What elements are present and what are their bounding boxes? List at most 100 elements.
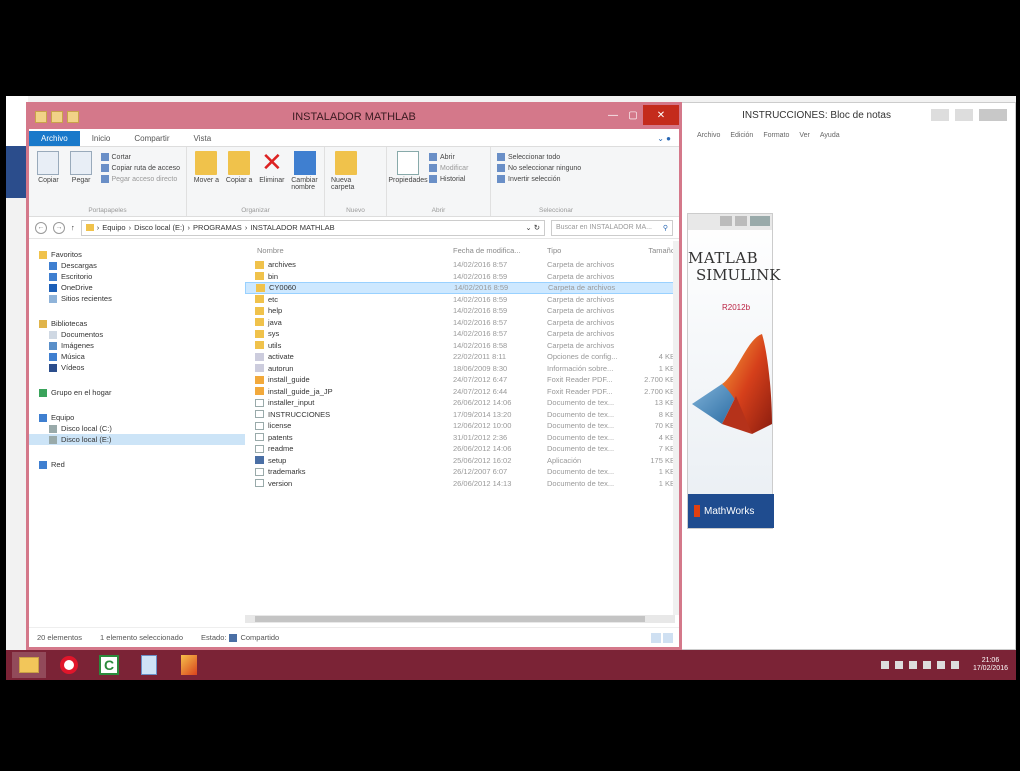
file-row[interactable]: install_guide_ja_JP 24/07/2012 6:44 Foxit …	[245, 386, 679, 398]
taskbar-opera-button[interactable]	[52, 652, 86, 678]
file-row[interactable]: INSTRUCCIONES 17/09/2014 13:20 Documento d…	[245, 409, 679, 421]
cut-button[interactable]: Cortar	[100, 153, 180, 161]
nav-network[interactable]: Red	[29, 459, 245, 470]
maximize-icon[interactable]	[955, 109, 973, 121]
notepad-window[interactable]: INSTRUCCIONES: Bloc de notas Archivo Edi…	[676, 102, 1016, 650]
breadcrumb-programs[interactable]: PROGRAMAS	[193, 223, 242, 232]
tab-view[interactable]: Vista	[182, 131, 224, 146]
nav-music[interactable]: Música	[29, 351, 245, 362]
flag-icon[interactable]	[908, 661, 917, 669]
breadcrumb-computer[interactable]: Equipo	[102, 223, 125, 232]
horizontal-scrollbar[interactable]	[245, 615, 675, 623]
file-row[interactable]: utils 14/02/2016 8:58 Carpeta de archivos	[245, 340, 679, 352]
minimize-icon[interactable]: —	[603, 105, 623, 125]
details-view-icon[interactable]	[651, 632, 661, 643]
file-row[interactable]: java 14/02/2016 8:57 Carpeta de archivos	[245, 317, 679, 329]
paste-button[interactable]: Pegar	[68, 151, 95, 184]
language-icon[interactable]	[950, 661, 959, 669]
close-icon[interactable]	[750, 216, 770, 226]
up-icon[interactable]: ↑	[71, 223, 75, 232]
column-date[interactable]: Fecha de modifica...	[453, 246, 547, 255]
file-row[interactable]: readme 26/06/2012 14:06 Documento de tex..…	[245, 443, 679, 455]
clock[interactable]: 21:06 17/02/2016	[973, 657, 1008, 674]
back-icon[interactable]: ←	[35, 221, 47, 234]
menu-format[interactable]: Formato	[763, 132, 789, 139]
file-row[interactable]: trademarks 26/12/2007 6:07 Documento de te…	[245, 466, 679, 478]
file-row[interactable]: autorun 18/06/2009 8:30 Información sobre.…	[245, 363, 679, 375]
nav-disk-c[interactable]: Disco local (C:)	[29, 423, 245, 434]
paste-shortcut-button[interactable]: Pegar acceso directo	[100, 175, 180, 183]
explorer-window[interactable]: INSTALADOR MATHLAB — ▢ ✕ Archivo Inicio …	[26, 102, 682, 650]
tab-share[interactable]: Compartir	[122, 131, 181, 146]
file-row[interactable]: help 14/02/2016 8:59 Carpeta de archivos	[245, 305, 679, 317]
nav-homegroup[interactable]: Grupo en el hogar	[29, 387, 245, 398]
taskbar-explorer-button[interactable]	[12, 652, 46, 678]
nav-downloads[interactable]: Descargas	[29, 260, 245, 271]
column-type[interactable]: Tipo	[547, 246, 635, 255]
nav-computer[interactable]: Equipo	[29, 412, 245, 423]
maximize-icon[interactable]	[735, 216, 747, 226]
edit-button[interactable]: Modificar	[429, 164, 468, 172]
properties-button[interactable]: Propiedades	[388, 151, 428, 184]
address-bar[interactable]: › Equipo › Disco local (E:) › PROGRAMAS …	[80, 219, 545, 236]
file-row[interactable]: activate 22/02/2011 8:11 Opciones de confi…	[245, 351, 679, 363]
move-to-button[interactable]: Mover a	[193, 151, 220, 184]
delete-button[interactable]: ✕ Eliminar	[259, 149, 286, 184]
file-row[interactable]: patents 31/01/2012 2:36 Documento de tex..…	[245, 432, 679, 444]
notepad-titlebar[interactable]: INSTRUCCIONES: Bloc de notas	[677, 103, 1015, 127]
menu-edit[interactable]: Edición	[730, 132, 753, 139]
copy-to-button[interactable]: Copiar a	[226, 151, 253, 184]
menu-help[interactable]: Ayuda	[820, 132, 840, 139]
scrollbar-thumb[interactable]	[255, 616, 645, 622]
maximize-icon[interactable]: ▢	[623, 105, 643, 125]
nav-onedrive[interactable]: OneDrive	[29, 282, 245, 293]
select-all-button[interactable]: Seleccionar todo	[497, 153, 581, 161]
column-size[interactable]: Tamaño	[635, 246, 675, 255]
forward-icon[interactable]: →	[53, 221, 65, 234]
file-row[interactable]: etc 14/02/2016 8:59 Carpeta de archivos	[245, 294, 679, 306]
nav-desktop[interactable]: Escritorio	[29, 271, 245, 282]
open-button[interactable]: Abrir	[429, 153, 468, 161]
nav-favorites[interactable]: Favoritos	[29, 249, 245, 260]
minimize-icon[interactable]	[720, 216, 732, 226]
show-hidden-icons-icon[interactable]	[880, 661, 889, 669]
rename-button[interactable]: Cambiar nombre	[291, 151, 318, 191]
nav-recent[interactable]: Sitios recientes	[29, 293, 245, 304]
battery-icon[interactable]	[922, 661, 931, 669]
minimize-icon[interactable]	[931, 109, 949, 121]
copy-button[interactable]: Copiar	[35, 151, 62, 184]
close-icon[interactable]	[979, 109, 1007, 121]
nav-libraries[interactable]: Bibliotecas	[29, 318, 245, 329]
breadcrumb-disk[interactable]: Disco local (E:)	[134, 223, 184, 232]
nav-documents[interactable]: Documentos	[29, 329, 245, 340]
invert-selection-button[interactable]: Invertir selección	[497, 175, 581, 183]
file-row[interactable]: sys 14/02/2016 8:57 Carpeta de archivos	[245, 328, 679, 340]
network-status-icon[interactable]	[894, 661, 903, 669]
explorer-titlebar[interactable]: INSTALADOR MATHLAB — ▢ ✕	[29, 105, 679, 129]
file-row[interactable]: bin 14/02/2016 8:59 Carpeta de archivos	[245, 271, 679, 283]
taskbar-matlab-button[interactable]	[172, 652, 206, 678]
file-row[interactable]: installer_input 26/06/2012 14:06 Documento…	[245, 397, 679, 409]
copy-path-button[interactable]: Copiar ruta de acceso	[100, 164, 180, 172]
tab-file[interactable]: Archivo	[29, 131, 80, 146]
new-folder-button[interactable]: Nueva carpeta	[331, 151, 361, 191]
help-icon[interactable]: ⌄ ●	[657, 134, 679, 146]
file-row[interactable]: archives 14/02/2016 8:57 Carpeta de archiv…	[245, 259, 679, 271]
nav-pictures[interactable]: Imágenes	[29, 340, 245, 351]
file-row[interactable]: CY0060 14/02/2016 8:59 Carpeta de archivos	[245, 282, 679, 294]
breadcrumb-installer[interactable]: INSTALADOR MATHLAB	[250, 223, 334, 232]
vertical-scrollbar[interactable]	[673, 241, 679, 615]
nav-disk-e[interactable]: Disco local (E:)	[29, 434, 245, 445]
select-none-button[interactable]: No seleccionar ninguno	[497, 164, 581, 172]
taskbar-notepad-button[interactable]	[132, 652, 166, 678]
file-row[interactable]: license 12/06/2012 10:00 Documento de tex.…	[245, 420, 679, 432]
close-icon[interactable]: ✕	[643, 105, 679, 125]
refresh-icon[interactable]: ⌄ ↻	[525, 223, 544, 232]
file-row[interactable]: install_guide 24/07/2012 6:47 Foxit Reader…	[245, 374, 679, 386]
menu-file[interactable]: Archivo	[697, 132, 720, 139]
file-row[interactable]: version 26/06/2012 14:13 Documento de tex.…	[245, 478, 679, 490]
large-icons-view-icon[interactable]	[663, 632, 673, 643]
history-button[interactable]: Historial	[429, 175, 468, 183]
taskbar-camtasia-button[interactable]: C	[92, 652, 126, 678]
volume-icon[interactable]	[936, 661, 945, 669]
